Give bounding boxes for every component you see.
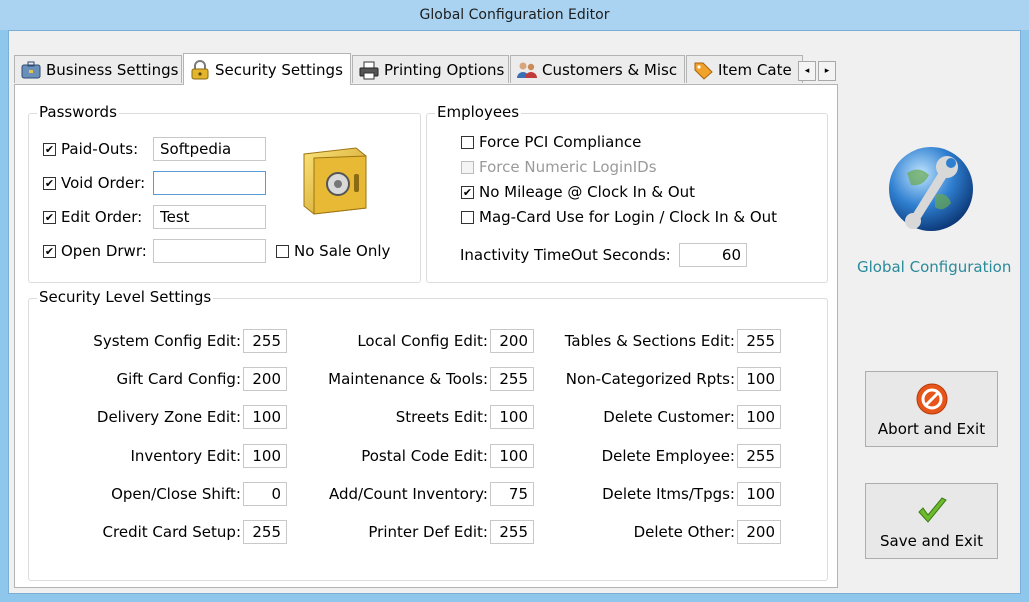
- inactivity-timeout-label: Inactivity TimeOut Seconds:: [460, 246, 671, 264]
- inventory-edit-label: Inventory Edit:: [130, 447, 241, 465]
- tab-label: Printing Options: [384, 60, 505, 79]
- delete-customer-input[interactable]: [737, 405, 781, 429]
- paid-outs-label: Paid-Outs:: [61, 140, 139, 158]
- streets-edit-input[interactable]: [490, 405, 534, 429]
- tab-customers-misc[interactable]: Customers & Misc: [510, 55, 685, 83]
- security-level-settings-group: Security Level Settings System Config Ed…: [28, 288, 828, 581]
- tag-icon: [694, 62, 713, 80]
- add-count-inventory-label: Add/Count Inventory:: [328, 485, 488, 503]
- local-config-edit-label: Local Config Edit:: [357, 332, 488, 350]
- no-entry-icon: [916, 383, 947, 415]
- delete-employee-input[interactable]: [737, 444, 781, 468]
- no-sale-only-label: No Sale Only: [294, 242, 391, 260]
- padlock-icon: [191, 59, 209, 79]
- tab-label: Security Settings: [215, 60, 343, 79]
- tables-sections-edit-label: Tables & Sections Edit:: [564, 332, 735, 350]
- paid-outs-password-field[interactable]: [153, 137, 266, 161]
- client-area: Business Settings Security Settings Prin…: [8, 30, 1021, 594]
- local-config-edit-input[interactable]: [490, 329, 534, 353]
- edit-order-checkbox[interactable]: ✔: [43, 211, 56, 224]
- tab-printing-options[interactable]: Printing Options: [352, 55, 509, 83]
- safe-icon: [303, 147, 367, 215]
- paid-outs-checkbox[interactable]: ✔: [43, 143, 56, 156]
- passwords-group-title: Passwords: [37, 103, 119, 121]
- void-order-label: Void Order:: [61, 174, 146, 192]
- tab-scroll-left-button[interactable]: ◂: [798, 61, 816, 81]
- open-drawer-label: Open Drwr:: [61, 242, 147, 260]
- security-level-group-title: Security Level Settings: [37, 288, 214, 306]
- printer-icon: [359, 61, 379, 79]
- employees-group-title: Employees: [435, 103, 522, 121]
- system-config-edit-label: System Config Edit:: [93, 332, 241, 350]
- printer-def-edit-label: Printer Def Edit:: [368, 523, 488, 541]
- mag-card-login-checkbox[interactable]: [461, 211, 474, 224]
- streets-edit-label: Streets Edit:: [395, 408, 488, 426]
- edit-order-label: Edit Order:: [61, 208, 143, 226]
- no-mileage-checkbox[interactable]: ✔: [461, 186, 474, 199]
- open-drawer-checkbox[interactable]: ✔: [43, 245, 56, 258]
- postal-code-edit-input[interactable]: [490, 444, 534, 468]
- delete-other-input[interactable]: [737, 520, 781, 544]
- briefcase-icon: [21, 61, 41, 78]
- delete-customer-label: Delete Customer:: [603, 408, 735, 426]
- maintenance-tools-input[interactable]: [490, 367, 534, 391]
- force-numeric-loginids-label: Force Numeric LoginIDs: [479, 158, 657, 176]
- abort-and-exit-button[interactable]: Abort and Exit: [865, 371, 998, 447]
- tab-scroll-right-button[interactable]: ▸: [818, 61, 836, 81]
- open-drawer-password-field[interactable]: [153, 239, 266, 263]
- tables-sections-edit-input[interactable]: [737, 329, 781, 353]
- tab-label: Item Cate: [718, 60, 792, 79]
- delete-employee-label: Delete Employee:: [601, 447, 735, 465]
- no-sale-only-checkbox[interactable]: [276, 245, 289, 258]
- edit-order-password-field[interactable]: [153, 205, 266, 229]
- void-order-checkbox[interactable]: ✔: [43, 177, 56, 190]
- tab-business-settings[interactable]: Business Settings: [14, 55, 182, 83]
- postal-code-edit-label: Postal Code Edit:: [361, 447, 488, 465]
- employees-group: Employees Force PCI Compliance Force Num…: [426, 103, 828, 283]
- tab-label: Business Settings: [46, 60, 179, 79]
- printer-def-edit-input[interactable]: [490, 520, 534, 544]
- tab-item-categories[interactable]: Item Cate: [686, 55, 803, 83]
- maintenance-tools-label: Maintenance & Tools:: [328, 370, 488, 388]
- force-pci-compliance-label: Force PCI Compliance: [479, 133, 642, 151]
- force-numeric-loginids-checkbox: [461, 161, 474, 174]
- delete-itms-tpgs-input[interactable]: [737, 482, 781, 506]
- tab-security-settings[interactable]: Security Settings: [183, 53, 351, 85]
- checkmark-icon: [917, 497, 947, 523]
- gift-card-config-label: Gift Card Config:: [116, 370, 242, 388]
- delete-itms-tpgs-label: Delete Itms/Tpgs:: [602, 485, 735, 503]
- app-window: Global Configuration Editor Business Set…: [0, 0, 1029, 602]
- passwords-group: Passwords ✔ Paid-Outs: ✔ Void Order: ✔ E…: [28, 103, 421, 283]
- void-order-password-field[interactable]: [153, 171, 266, 195]
- non-categorized-rpts-label: Non-Categorized Rpts:: [565, 370, 735, 388]
- abort-and-exit-label: Abort and Exit: [877, 420, 986, 438]
- mag-card-login-label: Mag-Card Use for Login / Clock In & Out: [479, 208, 778, 226]
- security-settings-panel: Passwords ✔ Paid-Outs: ✔ Void Order: ✔ E…: [14, 84, 838, 588]
- inactivity-timeout-input[interactable]: [679, 243, 747, 267]
- no-mileage-label: No Mileage @ Clock In & Out: [479, 183, 696, 201]
- global-configuration-caption: Global Configuration: [857, 258, 1012, 276]
- add-count-inventory-input[interactable]: [490, 482, 534, 506]
- tab-label: Customers & Misc: [542, 60, 678, 79]
- delivery-zone-edit-label: Delivery Zone Edit:: [96, 408, 241, 426]
- window-title: Global Configuration Editor: [0, 0, 1029, 30]
- non-categorized-rpts-input[interactable]: [737, 367, 781, 391]
- open-close-shift-label: Open/Close Shift:: [111, 485, 241, 503]
- credit-card-setup-label: Credit Card Setup:: [102, 523, 241, 541]
- globe-wrench-icon: [889, 147, 973, 231]
- save-and-exit-label: Save and Exit: [880, 532, 983, 550]
- force-pci-compliance-checkbox[interactable]: [461, 136, 474, 149]
- delete-other-label: Delete Other:: [633, 523, 735, 541]
- save-and-exit-button[interactable]: Save and Exit: [865, 483, 998, 559]
- people-icon: [517, 62, 537, 78]
